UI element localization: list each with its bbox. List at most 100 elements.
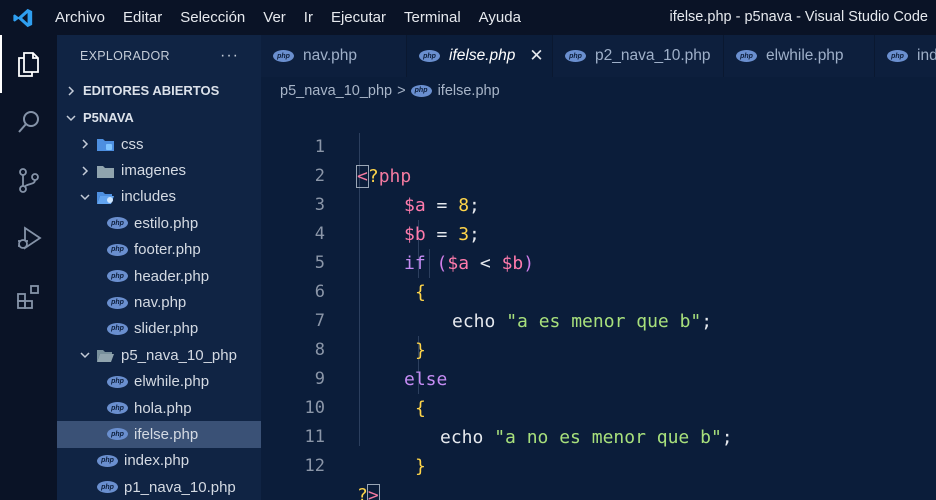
tree-folder-css[interactable]: css [57, 131, 261, 157]
php-file-icon: php [97, 481, 118, 494]
tree-label: p1_nava_10.php [124, 478, 236, 496]
project-label: P5NAVA [83, 110, 134, 125]
code-line: 12 ?> [261, 423, 936, 500]
run-debug-icon[interactable] [0, 209, 57, 267]
breadcrumb-folder[interactable]: p5_nava_10_php [280, 83, 392, 99]
tree-file-p1-nava-10[interactable]: php p1_nava_10.php [57, 474, 261, 500]
tab-index[interactable]: php index.php [875, 35, 936, 77]
php-file-icon: php [887, 50, 908, 62]
explorer-icon[interactable] [0, 35, 57, 93]
breadcrumb-file[interactable]: ifelse.php [438, 83, 500, 99]
tree-file-footer[interactable]: php footer.php [57, 237, 261, 263]
chevron-down-icon [77, 347, 93, 363]
php-file-icon: php [107, 296, 128, 309]
code-line: 5 { [261, 220, 936, 303]
project-section[interactable]: P5NAVA [57, 104, 261, 131]
code-line: 3 $b = 3; [261, 162, 936, 245]
php-file-icon: php [107, 322, 128, 335]
tab-p2-nava-10[interactable]: php p2_nava_10.php [553, 35, 724, 77]
explorer-sidebar: EXPLORADOR ··· EDITORES ABIERTOS P5NAVA … [57, 35, 261, 500]
explorer-title: EXPLORADOR [80, 49, 170, 63]
tree-label: elwhile.php [134, 373, 210, 391]
tree-file-estilo[interactable]: php estilo.php [57, 210, 261, 236]
source-control-icon[interactable] [0, 151, 57, 209]
menu-editar[interactable]: Editar [114, 0, 171, 35]
tree-file-elwhile[interactable]: php elwhile.php [57, 369, 261, 395]
tree-folder-imagenes[interactable]: imagenes [57, 157, 261, 183]
code-line: 6 echo "a es menor que b"; [261, 249, 936, 332]
search-icon[interactable] [0, 93, 57, 151]
tree-label: estilo.php [134, 214, 199, 232]
tree-label: index.php [124, 452, 190, 470]
code-line: 11 } [261, 394, 936, 477]
chevron-right-icon [63, 83, 79, 99]
code-line: 10 echo "a no es menor que b"; [261, 365, 936, 448]
code-editor[interactable]: 1 <?php 2 $a = 8; 3 $b = 3; 4 if ($a < $… [261, 104, 936, 500]
tab-nav[interactable]: php nav.php [261, 35, 407, 77]
code-line: 4 if ($a < $b) [261, 191, 936, 274]
extensions-icon[interactable] [0, 267, 57, 325]
title-bar: Archivo Editar Selección Ver Ir Ejecutar… [0, 0, 936, 35]
explorer-header: EXPLORADOR ··· [57, 35, 261, 77]
tree-label: css [121, 135, 144, 153]
more-actions-button[interactable]: ··· [220, 47, 239, 65]
tree-folder-p5-nava-10-php[interactable]: p5_nava_10_php [57, 342, 261, 368]
menu-bar: Archivo Editar Selección Ver Ir Ejecutar… [46, 0, 530, 35]
tree-folder-includes[interactable]: includes [57, 184, 261, 210]
menu-archivo[interactable]: Archivo [46, 0, 114, 35]
menu-ejecutar[interactable]: Ejecutar [322, 0, 395, 35]
tree-label: hola.php [134, 399, 192, 417]
menu-seleccion[interactable]: Selección [171, 0, 254, 35]
code-line: 1 <?php [261, 104, 936, 188]
php-file-icon: php [107, 270, 128, 283]
tree-label: slider.php [134, 320, 199, 338]
menu-ver[interactable]: Ver [254, 0, 295, 35]
tab-ifelse[interactable]: php ifelse.php ✕ [407, 35, 553, 77]
chevron-right-icon [77, 163, 93, 179]
open-editors-section[interactable]: EDITORES ABIERTOS [57, 77, 261, 104]
tab-label: nav.php [303, 47, 358, 64]
menu-ir[interactable]: Ir [295, 0, 322, 35]
tree-file-slider[interactable]: php slider.php [57, 316, 261, 342]
tree-file-index[interactable]: php index.php [57, 448, 261, 474]
code-line: 8 else [261, 307, 936, 390]
code-text: } [415, 456, 426, 477]
tree-label: includes [121, 188, 177, 206]
close-tab-icon[interactable]: ✕ [529, 46, 543, 66]
php-file-icon: php [736, 50, 757, 62]
css-folder-icon [97, 139, 114, 152]
php-file-icon: php [565, 50, 586, 62]
open-editors-label: EDITORES ABIERTOS [83, 83, 220, 98]
includes-folder-open-icon [97, 191, 114, 204]
php-file-icon: php [419, 50, 440, 62]
menu-ayuda[interactable]: Ayuda [470, 0, 530, 35]
chevron-down-icon [77, 189, 93, 205]
tree-file-header[interactable]: php header.php [57, 263, 261, 289]
code-line: 7 } [261, 278, 936, 361]
php-file-icon: php [107, 217, 128, 230]
menu-terminal[interactable]: Terminal [395, 0, 470, 35]
window-title: ifelse.php - p5nava - Visual Studio Code [669, 9, 928, 25]
tree-label: p5_nava_10_php [121, 346, 237, 364]
tab-label: p2_nava_10.php [595, 47, 711, 64]
breadcrumb: p5_nava_10_php > php ifelse.php [261, 77, 936, 104]
tab-elwhile[interactable]: php elwhile.php [724, 35, 875, 77]
vscode-logo-icon[interactable] [0, 0, 46, 35]
php-file-icon: php [107, 375, 128, 388]
folder-icon [97, 165, 114, 178]
tree-label: ifelse.php [134, 425, 199, 443]
tab-label: index.php [917, 47, 936, 64]
php-file-icon: php [107, 402, 128, 415]
tree-file-hola[interactable]: php hola.php [57, 395, 261, 421]
php-file-icon: php [273, 50, 294, 62]
folder-open-icon [97, 350, 114, 363]
code-line: 2 $a = 8; [261, 133, 936, 216]
tab-label: ifelse.php [449, 47, 516, 64]
php-file-icon: php [410, 84, 432, 97]
tree-file-ifelse[interactable]: php ifelse.php [57, 421, 261, 448]
chevron-down-icon [63, 110, 79, 126]
php-file-icon: php [107, 243, 128, 256]
tree-file-nav[interactable]: php nav.php [57, 289, 261, 315]
chevron-right-icon [77, 136, 93, 152]
code-line: 9 { [261, 336, 936, 419]
